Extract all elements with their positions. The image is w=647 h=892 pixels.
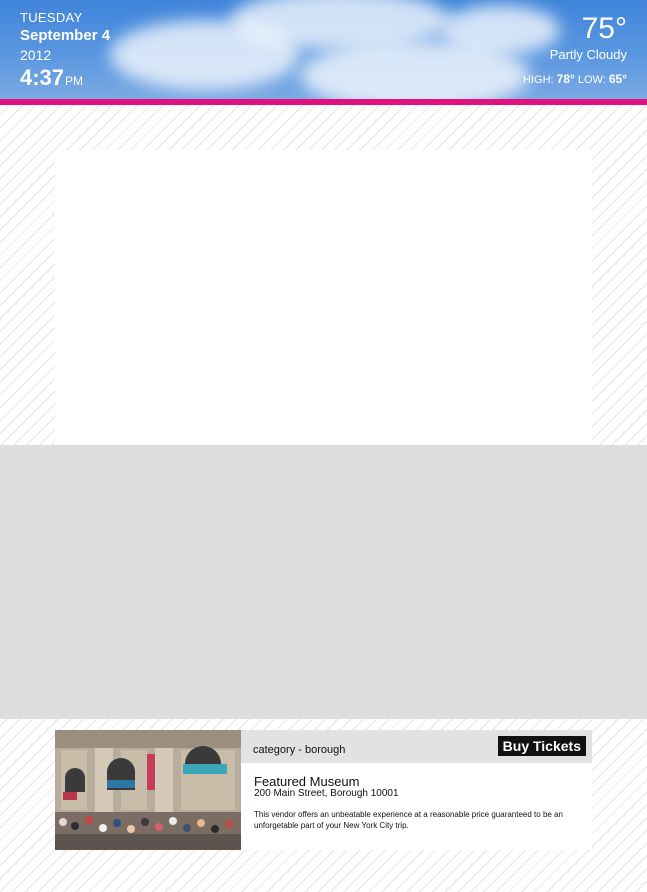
low-label: LOW: [577, 74, 606, 86]
content-panel [55, 150, 592, 445]
weather-header: TUESDAY September 4 2012 4:37PM 75° Part… [0, 0, 647, 99]
current-temperature: 75° [581, 12, 627, 45]
venue-description: This vendor offers an unbeatable experie… [254, 810, 563, 830]
month-day: September 4 [20, 27, 111, 44]
high-value: 78° [556, 72, 575, 86]
weather-widget: 75° Partly Cloudy HIGH: 78° LOW: 65° [523, 14, 627, 86]
date-time: TUESDAY September 4 2012 4:37PM [20, 11, 110, 89]
year: 2012 [20, 47, 52, 63]
high-label: HIGH: [523, 74, 554, 86]
time: 4:37 [20, 65, 65, 90]
venue-address: 200 Main Street, Borough 10001 [254, 788, 399, 799]
day-of-week: TUESDAY [20, 10, 83, 25]
weather-condition: Partly Cloudy [549, 47, 627, 62]
venue-name: Featured Museum [254, 774, 360, 789]
museum-photo-illustration [55, 730, 241, 850]
low-value: 65° [608, 72, 627, 86]
am-pm: PM [65, 74, 84, 88]
clock: 4:37PM [20, 67, 110, 89]
accent-bar [0, 99, 647, 105]
featured-card[interactable]: category - borough Buy Tickets Featured … [55, 730, 592, 850]
card-header: category - borough Buy Tickets [241, 730, 592, 763]
category-label: category - borough [253, 744, 346, 756]
high-low: HIGH: 78° LOW: 65° [523, 73, 627, 86]
museum-photo [55, 730, 241, 850]
buy-tickets-button[interactable]: Buy Tickets [497, 736, 586, 756]
content-band [0, 445, 647, 719]
